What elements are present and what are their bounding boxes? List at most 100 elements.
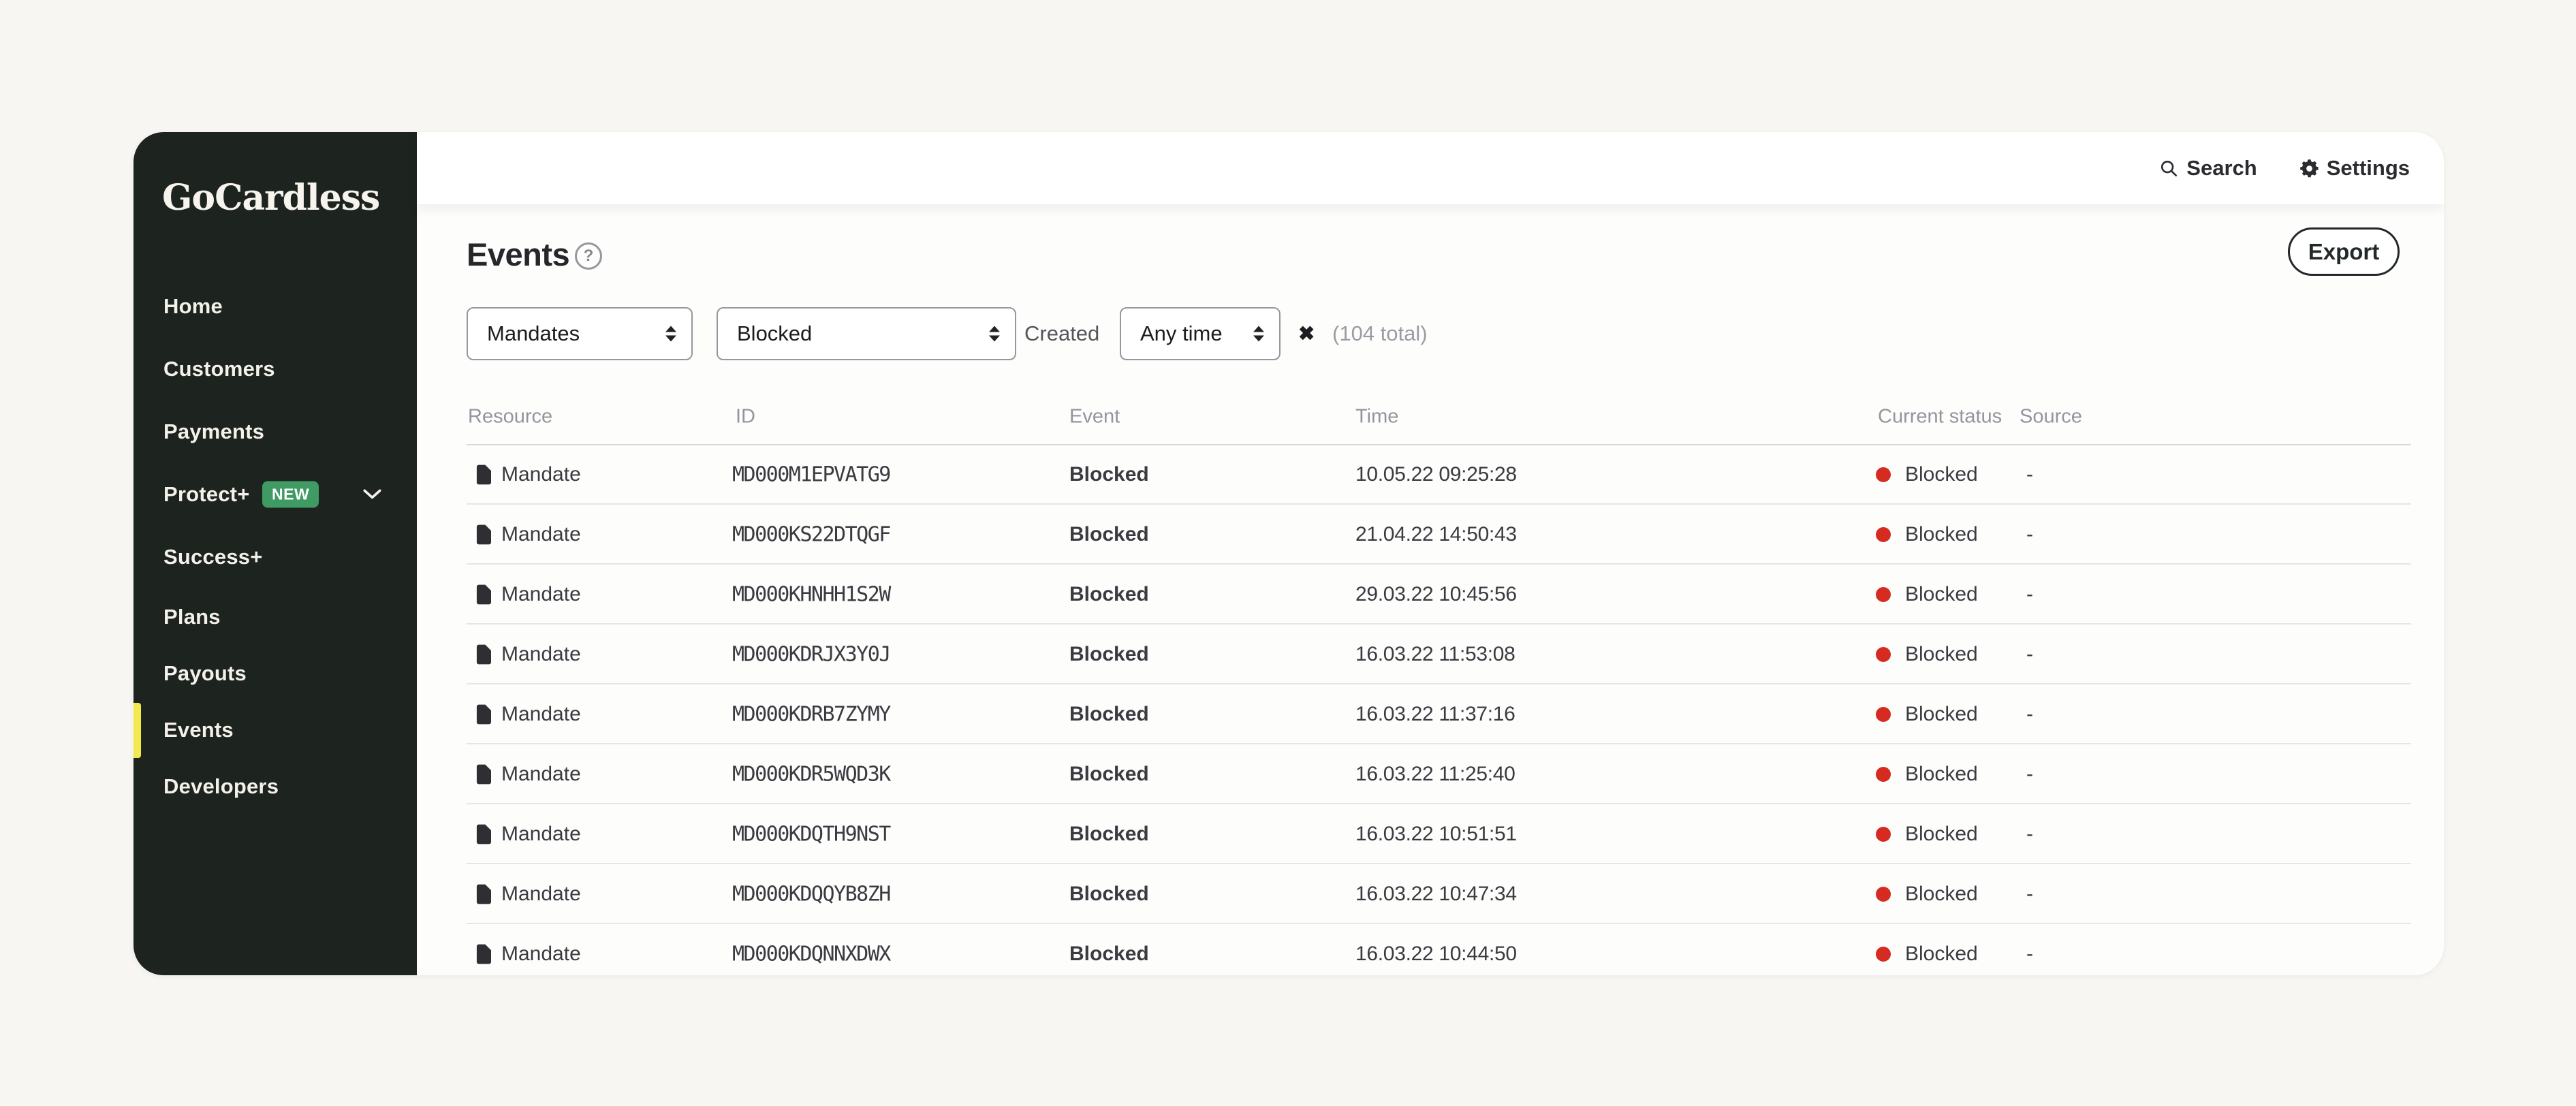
created-filter-select[interactable]: Any time <box>1120 307 1281 360</box>
status-cell: Blocked <box>1905 643 1978 666</box>
status-cell: Blocked <box>1905 523 1978 546</box>
time-cell: 16.03.22 10:44:50 <box>1355 943 1517 966</box>
resource-cell: Mandate <box>501 763 581 786</box>
table-row[interactable]: Mandate MD000KHNHH1S2W Blocked 29.03.22 … <box>133 565 2444 625</box>
table-header-divider <box>467 444 2411 445</box>
sidebar-item-customers[interactable]: Customers <box>133 354 417 384</box>
id-cell: MD000KDQQYB8ZH <box>732 883 890 906</box>
source-cell: - <box>2026 943 2033 966</box>
select-arrows-icon <box>989 326 1000 342</box>
resource-cell: Mandate <box>501 463 581 486</box>
column-header-event: Event <box>1069 406 1120 428</box>
status-dot-icon <box>1876 647 1891 662</box>
table-row[interactable]: Mandate MD000M1EPVATG9 Blocked 10.05.22 … <box>133 445 2444 505</box>
source-cell: - <box>2026 463 2033 486</box>
search-icon <box>2158 158 2179 178</box>
event-cell: Blocked <box>1069 703 1149 726</box>
table-row[interactable]: Mandate MD000KDRJX3Y0J Blocked 16.03.22 … <box>133 625 2444 684</box>
table-row[interactable]: Mandate MD000KDQQYB8ZH Blocked 16.03.22 … <box>133 864 2444 924</box>
time-cell: 10.05.22 09:25:28 <box>1355 463 1517 486</box>
id-cell: MD000KDQNNXDWX <box>732 943 890 966</box>
time-cell: 16.03.22 11:37:16 <box>1355 703 1515 726</box>
gear-icon <box>2299 159 2319 178</box>
event-cell: Blocked <box>1069 883 1149 906</box>
status-cell: Blocked <box>1905 583 1978 606</box>
table-row[interactable]: Mandate MD000KDQTH9NST Blocked 16.03.22 … <box>133 804 2444 864</box>
time-cell: 29.03.22 10:45:56 <box>1355 583 1517 606</box>
column-header-current-status: Current status <box>1878 406 2002 428</box>
export-button[interactable]: Export <box>2288 227 2400 276</box>
document-icon <box>475 885 491 904</box>
resource-cell: Mandate <box>501 583 581 606</box>
help-icon[interactable]: ? <box>575 242 602 270</box>
page-title: Events <box>467 236 569 273</box>
resource-cell: Mandate <box>501 643 581 666</box>
sidebar-item-label: Payments <box>163 420 264 444</box>
document-icon <box>475 705 491 725</box>
event-cell: Blocked <box>1069 943 1149 966</box>
source-cell: - <box>2026 523 2033 546</box>
id-cell: MD000KDRB7ZYMY <box>732 703 890 727</box>
id-cell: MD000KDQTH9NST <box>732 823 890 847</box>
search-button[interactable]: Search <box>2158 156 2257 180</box>
event-filter-value: Blocked <box>737 321 812 346</box>
created-label: Created <box>1024 321 1099 346</box>
resource-cell: Mandate <box>501 943 581 966</box>
help-glyph: ? <box>584 248 594 264</box>
column-header-time: Time <box>1355 406 1398 428</box>
id-cell: MD000KDRJX3Y0J <box>732 643 890 667</box>
event-cell: Blocked <box>1069 763 1149 786</box>
status-cell: Blocked <box>1905 823 1978 846</box>
sidebar-item-label: Customers <box>163 357 275 381</box>
event-filter-select[interactable]: Blocked <box>717 307 1016 360</box>
status-cell: Blocked <box>1905 883 1978 906</box>
sidebar-item-home[interactable]: Home <box>133 291 417 321</box>
status-cell: Blocked <box>1905 763 1978 786</box>
document-icon <box>475 945 491 964</box>
status-cell: Blocked <box>1905 463 1978 486</box>
document-icon <box>475 525 491 545</box>
table-row[interactable]: Mandate MD000KS22DTQGF Blocked 21.04.22 … <box>133 505 2444 565</box>
status-dot-icon <box>1876 827 1891 842</box>
source-cell: - <box>2026 823 2033 846</box>
status-dot-icon <box>1876 587 1891 602</box>
table-body: Mandate MD000M1EPVATG9 Blocked 10.05.22 … <box>133 445 2444 975</box>
source-cell: - <box>2026 883 2033 906</box>
event-cell: Blocked <box>1069 643 1149 666</box>
document-icon <box>475 585 491 605</box>
settings-button[interactable]: Settings <box>2299 156 2410 180</box>
resource-cell: Mandate <box>501 523 581 546</box>
source-cell: - <box>2026 763 2033 786</box>
source-cell: - <box>2026 643 2033 666</box>
id-cell: MD000KHNHH1S2W <box>732 583 890 607</box>
event-cell: Blocked <box>1069 523 1149 546</box>
select-arrows-icon <box>1253 326 1264 342</box>
table-row[interactable]: Mandate MD000KDR5WQD3K Blocked 16.03.22 … <box>133 744 2444 804</box>
source-cell: - <box>2026 703 2033 726</box>
source-cell: - <box>2026 583 2033 606</box>
id-cell: MD000M1EPVATG9 <box>732 463 890 487</box>
time-cell: 16.03.22 10:51:51 <box>1355 823 1517 846</box>
document-icon <box>475 825 491 844</box>
status-cell: Blocked <box>1905 943 1978 966</box>
created-filter-value: Any time <box>1140 321 1223 346</box>
sidebar-item-payments[interactable]: Payments <box>133 417 417 447</box>
resource-cell: Mandate <box>501 883 581 906</box>
event-cell: Blocked <box>1069 583 1149 606</box>
event-cell: Blocked <box>1069 463 1149 486</box>
time-cell: 16.03.22 10:47:34 <box>1355 883 1517 906</box>
time-cell: 21.04.22 14:50:43 <box>1355 523 1517 546</box>
resource-filter-value: Mandates <box>487 321 580 346</box>
clear-filter-icon[interactable]: ✖ <box>1298 322 1315 346</box>
settings-label: Settings <box>2327 156 2410 180</box>
resource-cell: Mandate <box>501 703 581 726</box>
status-cell: Blocked <box>1905 703 1978 726</box>
status-dot-icon <box>1876 707 1891 722</box>
table-row[interactable]: Mandate MD000KDQNNXDWX Blocked 16.03.22 … <box>133 924 2444 975</box>
column-header-resource: Resource <box>468 406 552 428</box>
resource-filter-select[interactable]: Mandates <box>467 307 693 360</box>
table-row[interactable]: Mandate MD000KDRB7ZYMY Blocked 16.03.22 … <box>133 684 2444 744</box>
document-icon <box>475 765 491 785</box>
time-cell: 16.03.22 11:25:40 <box>1355 763 1515 786</box>
select-arrows-icon <box>665 326 676 342</box>
